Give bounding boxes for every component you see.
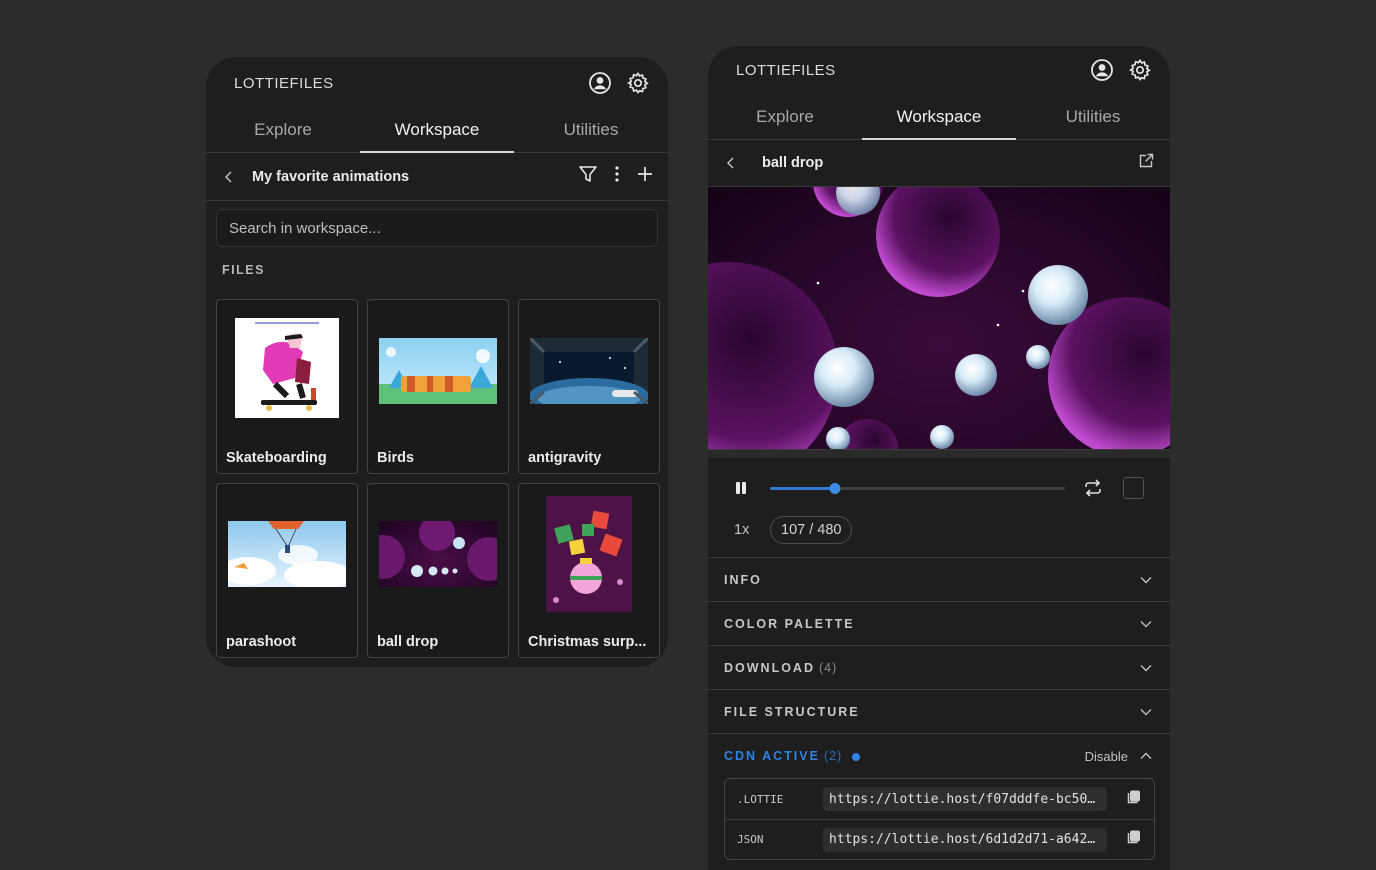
pause-icon[interactable] <box>734 481 748 495</box>
search-bar <box>216 209 658 247</box>
file-title: ball drop <box>762 155 824 171</box>
preview-divider <box>708 449 1170 458</box>
top-actions <box>588 71 650 95</box>
brand-label: LOTTIEFILES <box>234 74 334 92</box>
folder-header: My favorite animations <box>206 153 668 201</box>
file-name: Birds <box>377 450 415 466</box>
download-label: DOWNLOAD <box>724 660 815 675</box>
file-structure-title: FILE STRUCTURE <box>724 704 860 719</box>
player-controls: 1x 107 / 480 <box>708 458 1170 558</box>
cdn-links: .LOTTIE https://lottie.host/f07dddfe-bc5… <box>724 778 1155 860</box>
top-bar: LOTTIEFILES <box>206 57 668 107</box>
birds-thumbnail <box>379 338 497 404</box>
folder-title: My favorite animations <box>252 168 410 185</box>
tab-bar: Explore Workspace Utilities <box>206 107 668 153</box>
chevron-down-icon <box>1140 659 1152 677</box>
cdn-row-lottie: .LOTTIE https://lottie.host/f07dddfe-bc5… <box>725 779 1154 819</box>
tab-workspace[interactable]: Workspace <box>862 94 1016 140</box>
file-name: antigravity <box>528 450 602 466</box>
download-count: (4) <box>819 660 838 675</box>
parashoot-thumbnail <box>228 521 346 587</box>
seek-progress <box>770 486 835 490</box>
gear-icon[interactable] <box>1128 58 1152 82</box>
frame-row: 1x 107 / 480 <box>734 516 1144 544</box>
ball-drop-thumbnail <box>379 521 497 587</box>
external-link-icon[interactable] <box>1138 153 1154 174</box>
color-palette-section[interactable]: COLOR PALETTE <box>708 602 1170 646</box>
antigravity-thumbnail <box>530 338 648 404</box>
cdn-title: CDN ACTIVE (2) <box>724 749 1085 763</box>
animation-preview[interactable] <box>708 187 1170 449</box>
cdn-count: (2) <box>823 749 843 763</box>
skateboarding-thumbnail <box>235 318 339 418</box>
file-card[interactable]: Christmas surp... <box>518 483 660 658</box>
user-icon[interactable] <box>588 71 612 95</box>
chevron-left-icon[interactable] <box>224 170 238 183</box>
playback-row <box>734 476 1144 500</box>
frame-counter[interactable]: 107 / 480 <box>770 516 853 544</box>
gear-icon[interactable] <box>626 71 650 95</box>
file-card[interactable]: parashoot <box>216 483 358 658</box>
download-section[interactable]: DOWNLOAD (4) <box>708 646 1170 690</box>
plus-icon[interactable] <box>636 165 654 188</box>
cdn-type: .LOTTIE <box>737 792 784 806</box>
chevron-down-icon <box>1140 615 1152 633</box>
tab-bar: Explore Workspace Utilities <box>708 94 1170 140</box>
file-card[interactable]: ball drop <box>367 483 509 658</box>
cdn-row-json: JSON https://lottie.host/6d1d2d71-a642… <box>725 819 1154 859</box>
file-card[interactable]: Skateboarding <box>216 299 358 474</box>
filter-icon[interactable] <box>578 165 598 188</box>
cdn-label: CDN ACTIVE <box>724 749 820 763</box>
christmas-thumbnail <box>546 496 632 612</box>
copy-icon[interactable] <box>1126 829 1142 850</box>
top-actions <box>1090 58 1152 82</box>
loop-icon[interactable] <box>1083 479 1103 497</box>
cdn-url[interactable]: https://lottie.host/f07dddfe-bc50… <box>823 787 1107 811</box>
cdn-section[interactable]: CDN ACTIVE (2) Disable <box>708 734 1170 778</box>
background-color-swatch[interactable] <box>1122 477 1144 499</box>
files-label: FILES <box>222 263 265 277</box>
seek-slider[interactable] <box>770 482 1065 494</box>
more-vertical-icon[interactable] <box>614 165 620 188</box>
file-grid: Skateboarding Birds antigravity parashoo… <box>216 299 660 658</box>
chevron-down-icon <box>1140 703 1152 721</box>
speed-selector[interactable]: 1x <box>734 522 770 538</box>
search-input[interactable] <box>229 219 645 237</box>
download-title: DOWNLOAD (4) <box>724 661 1140 675</box>
file-card[interactable]: Birds <box>367 299 509 474</box>
file-name: parashoot <box>226 634 297 650</box>
chevron-up-icon <box>1140 747 1152 765</box>
disable-cdn-button[interactable]: Disable <box>1085 749 1128 764</box>
tab-utilities[interactable]: Utilities <box>514 107 668 152</box>
file-structure-section[interactable]: FILE STRUCTURE <box>708 690 1170 734</box>
file-name: ball drop <box>377 634 439 650</box>
top-bar: LOTTIEFILES <box>708 46 1170 94</box>
file-card[interactable]: antigravity <box>518 299 660 474</box>
workspace-panel: LOTTIEFILES Explore Workspace Utilities … <box>206 57 668 667</box>
chevron-down-icon <box>1140 571 1152 589</box>
tab-workspace[interactable]: Workspace <box>360 107 514 153</box>
folder-actions <box>578 165 654 188</box>
cdn-type: JSON <box>737 833 764 846</box>
brand-label: LOTTIEFILES <box>736 61 836 79</box>
file-name: Skateboarding <box>226 450 327 466</box>
tab-explore[interactable]: Explore <box>206 107 360 152</box>
chevron-left-icon[interactable] <box>726 157 740 169</box>
color-palette-title: COLOR PALETTE <box>724 616 855 631</box>
seek-handle[interactable] <box>829 482 841 494</box>
user-icon[interactable] <box>1090 58 1114 82</box>
file-detail-panel: LOTTIEFILES Explore Workspace Utilities … <box>708 46 1170 870</box>
tab-explore[interactable]: Explore <box>708 94 862 139</box>
info-title: INFO <box>724 572 762 587</box>
tab-utilities[interactable]: Utilities <box>1016 94 1170 139</box>
cdn-status-dot <box>852 752 861 761</box>
cdn-url[interactable]: https://lottie.host/6d1d2d71-a642… <box>823 827 1107 852</box>
info-section[interactable]: INFO <box>708 558 1170 602</box>
file-header: ball drop <box>708 140 1170 187</box>
file-name: Christmas surp... <box>528 634 647 650</box>
copy-icon[interactable] <box>1126 789 1142 810</box>
